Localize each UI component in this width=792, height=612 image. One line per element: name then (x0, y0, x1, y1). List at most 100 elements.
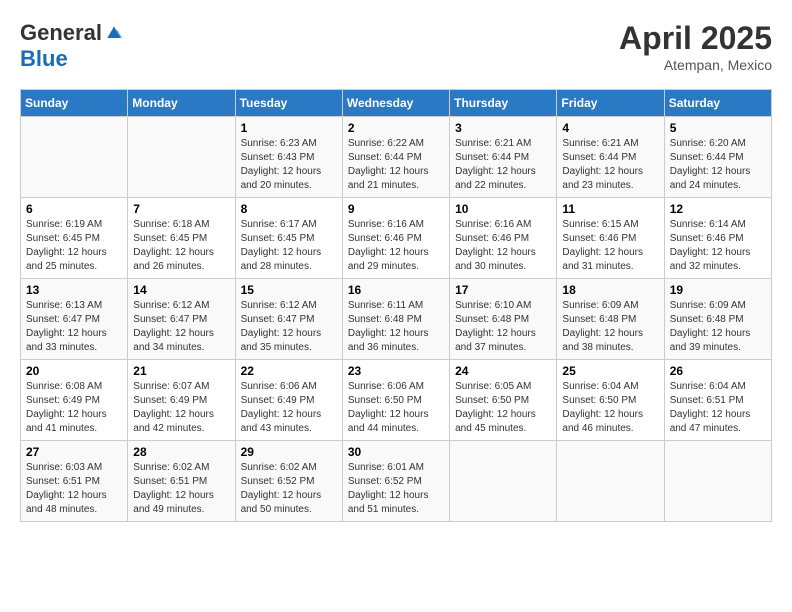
cell-details: Sunrise: 6:09 AMSunset: 6:48 PMDaylight:… (562, 299, 658, 355)
calendar-cell: 29 Sunrise: 6:02 AMSunset: 6:52 PMDaylig… (235, 441, 342, 522)
calendar-cell: 8 Sunrise: 6:17 AMSunset: 6:45 PMDayligh… (235, 198, 342, 279)
day-number: 19 (670, 283, 766, 297)
calendar-week-2: 6 Sunrise: 6:19 AMSunset: 6:45 PMDayligh… (21, 198, 772, 279)
calendar-cell (450, 441, 557, 522)
day-number: 14 (133, 283, 229, 297)
day-number: 25 (562, 364, 658, 378)
page-header: General Blue April 2025 Atempan, Mexico (20, 20, 772, 73)
cell-details: Sunrise: 6:03 AMSunset: 6:51 PMDaylight:… (26, 461, 122, 517)
calendar-cell: 22 Sunrise: 6:06 AMSunset: 6:49 PMDaylig… (235, 360, 342, 441)
cell-details: Sunrise: 6:11 AMSunset: 6:48 PMDaylight:… (348, 299, 444, 355)
day-number: 7 (133, 202, 229, 216)
calendar-cell: 21 Sunrise: 6:07 AMSunset: 6:49 PMDaylig… (128, 360, 235, 441)
cell-details: Sunrise: 6:22 AMSunset: 6:44 PMDaylight:… (348, 137, 444, 193)
day-number: 9 (348, 202, 444, 216)
day-number: 15 (241, 283, 337, 297)
day-number: 10 (455, 202, 551, 216)
col-wednesday: Wednesday (342, 90, 449, 117)
day-number: 8 (241, 202, 337, 216)
calendar-cell: 4 Sunrise: 6:21 AMSunset: 6:44 PMDayligh… (557, 117, 664, 198)
calendar-cell: 9 Sunrise: 6:16 AMSunset: 6:46 PMDayligh… (342, 198, 449, 279)
col-saturday: Saturday (664, 90, 771, 117)
calendar-cell: 16 Sunrise: 6:11 AMSunset: 6:48 PMDaylig… (342, 279, 449, 360)
logo: General Blue (20, 20, 124, 72)
cell-details: Sunrise: 6:21 AMSunset: 6:44 PMDaylight:… (562, 137, 658, 193)
calendar-cell: 14 Sunrise: 6:12 AMSunset: 6:47 PMDaylig… (128, 279, 235, 360)
day-number: 11 (562, 202, 658, 216)
cell-details: Sunrise: 6:20 AMSunset: 6:44 PMDaylight:… (670, 137, 766, 193)
day-number: 22 (241, 364, 337, 378)
day-number: 18 (562, 283, 658, 297)
day-number: 16 (348, 283, 444, 297)
cell-details: Sunrise: 6:18 AMSunset: 6:45 PMDaylight:… (133, 218, 229, 274)
day-number: 30 (348, 445, 444, 459)
col-tuesday: Tuesday (235, 90, 342, 117)
cell-details: Sunrise: 6:08 AMSunset: 6:49 PMDaylight:… (26, 380, 122, 436)
cell-details: Sunrise: 6:02 AMSunset: 6:52 PMDaylight:… (241, 461, 337, 517)
day-number: 20 (26, 364, 122, 378)
logo-general-text: General (20, 20, 102, 46)
calendar-cell: 6 Sunrise: 6:19 AMSunset: 6:45 PMDayligh… (21, 198, 128, 279)
calendar-cell: 30 Sunrise: 6:01 AMSunset: 6:52 PMDaylig… (342, 441, 449, 522)
day-number: 24 (455, 364, 551, 378)
calendar-cell: 11 Sunrise: 6:15 AMSunset: 6:46 PMDaylig… (557, 198, 664, 279)
cell-details: Sunrise: 6:16 AMSunset: 6:46 PMDaylight:… (348, 218, 444, 274)
title-block: April 2025 Atempan, Mexico (619, 20, 772, 73)
day-number: 6 (26, 202, 122, 216)
cell-details: Sunrise: 6:06 AMSunset: 6:49 PMDaylight:… (241, 380, 337, 436)
calendar-cell: 7 Sunrise: 6:18 AMSunset: 6:45 PMDayligh… (128, 198, 235, 279)
day-number: 21 (133, 364, 229, 378)
cell-details: Sunrise: 6:09 AMSunset: 6:48 PMDaylight:… (670, 299, 766, 355)
cell-details: Sunrise: 6:12 AMSunset: 6:47 PMDaylight:… (241, 299, 337, 355)
cell-details: Sunrise: 6:13 AMSunset: 6:47 PMDaylight:… (26, 299, 122, 355)
col-thursday: Thursday (450, 90, 557, 117)
logo-blue-text: Blue (20, 46, 68, 72)
cell-details: Sunrise: 6:05 AMSunset: 6:50 PMDaylight:… (455, 380, 551, 436)
col-sunday: Sunday (21, 90, 128, 117)
location-title: Atempan, Mexico (619, 57, 772, 73)
day-number: 4 (562, 121, 658, 135)
day-number: 2 (348, 121, 444, 135)
calendar-cell (128, 117, 235, 198)
cell-details: Sunrise: 6:02 AMSunset: 6:51 PMDaylight:… (133, 461, 229, 517)
cell-details: Sunrise: 6:15 AMSunset: 6:46 PMDaylight:… (562, 218, 658, 274)
calendar-cell: 2 Sunrise: 6:22 AMSunset: 6:44 PMDayligh… (342, 117, 449, 198)
calendar-cell (557, 441, 664, 522)
calendar-week-1: 1 Sunrise: 6:23 AMSunset: 6:43 PMDayligh… (21, 117, 772, 198)
cell-details: Sunrise: 6:17 AMSunset: 6:45 PMDaylight:… (241, 218, 337, 274)
col-monday: Monday (128, 90, 235, 117)
cell-details: Sunrise: 6:04 AMSunset: 6:51 PMDaylight:… (670, 380, 766, 436)
logo-icon (104, 23, 124, 43)
cell-details: Sunrise: 6:10 AMSunset: 6:48 PMDaylight:… (455, 299, 551, 355)
calendar-cell: 5 Sunrise: 6:20 AMSunset: 6:44 PMDayligh… (664, 117, 771, 198)
calendar-cell: 28 Sunrise: 6:02 AMSunset: 6:51 PMDaylig… (128, 441, 235, 522)
calendar-cell: 26 Sunrise: 6:04 AMSunset: 6:51 PMDaylig… (664, 360, 771, 441)
calendar-cell: 12 Sunrise: 6:14 AMSunset: 6:46 PMDaylig… (664, 198, 771, 279)
day-number: 17 (455, 283, 551, 297)
cell-details: Sunrise: 6:12 AMSunset: 6:47 PMDaylight:… (133, 299, 229, 355)
cell-details: Sunrise: 6:19 AMSunset: 6:45 PMDaylight:… (26, 218, 122, 274)
cell-details: Sunrise: 6:06 AMSunset: 6:50 PMDaylight:… (348, 380, 444, 436)
calendar-cell: 15 Sunrise: 6:12 AMSunset: 6:47 PMDaylig… (235, 279, 342, 360)
calendar-table: Sunday Monday Tuesday Wednesday Thursday… (20, 89, 772, 522)
calendar-week-3: 13 Sunrise: 6:13 AMSunset: 6:47 PMDaylig… (21, 279, 772, 360)
calendar-cell: 13 Sunrise: 6:13 AMSunset: 6:47 PMDaylig… (21, 279, 128, 360)
cell-details: Sunrise: 6:23 AMSunset: 6:43 PMDaylight:… (241, 137, 337, 193)
day-number: 28 (133, 445, 229, 459)
day-number: 5 (670, 121, 766, 135)
day-number: 27 (26, 445, 122, 459)
col-friday: Friday (557, 90, 664, 117)
day-number: 12 (670, 202, 766, 216)
calendar-cell: 17 Sunrise: 6:10 AMSunset: 6:48 PMDaylig… (450, 279, 557, 360)
cell-details: Sunrise: 6:07 AMSunset: 6:49 PMDaylight:… (133, 380, 229, 436)
cell-details: Sunrise: 6:14 AMSunset: 6:46 PMDaylight:… (670, 218, 766, 274)
calendar-week-4: 20 Sunrise: 6:08 AMSunset: 6:49 PMDaylig… (21, 360, 772, 441)
month-title: April 2025 (619, 20, 772, 57)
calendar-cell: 3 Sunrise: 6:21 AMSunset: 6:44 PMDayligh… (450, 117, 557, 198)
calendar-cell: 24 Sunrise: 6:05 AMSunset: 6:50 PMDaylig… (450, 360, 557, 441)
cell-details: Sunrise: 6:01 AMSunset: 6:52 PMDaylight:… (348, 461, 444, 517)
day-number: 26 (670, 364, 766, 378)
calendar-cell: 10 Sunrise: 6:16 AMSunset: 6:46 PMDaylig… (450, 198, 557, 279)
calendar-cell: 20 Sunrise: 6:08 AMSunset: 6:49 PMDaylig… (21, 360, 128, 441)
day-number: 23 (348, 364, 444, 378)
